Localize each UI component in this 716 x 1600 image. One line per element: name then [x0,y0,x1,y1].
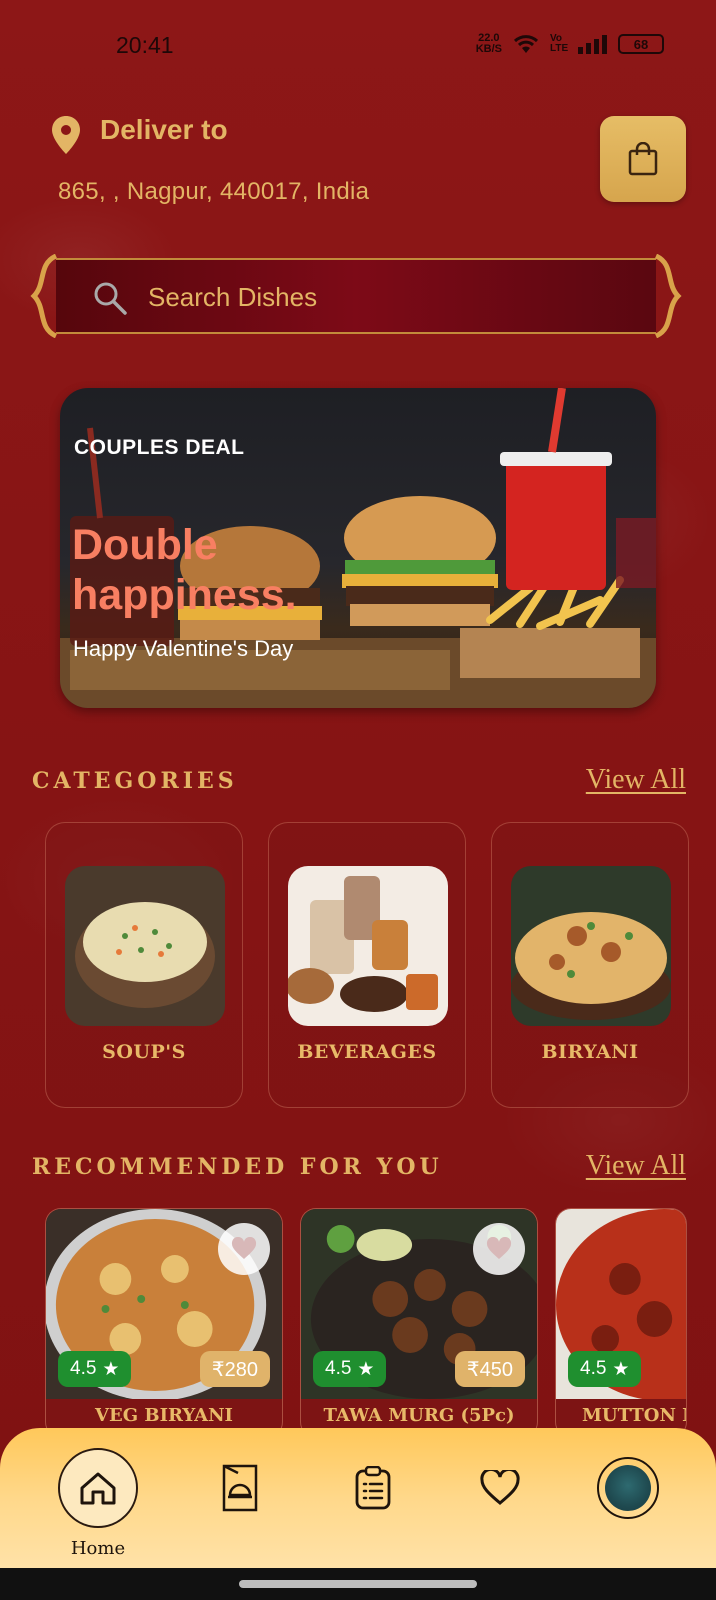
category-image-beverages [288,866,448,1026]
heart-icon [231,1237,257,1259]
status-icons: 22.0 KB/S Vo LTE 68 [476,33,664,55]
recommended-view-all-link[interactable]: View All [586,1150,686,1182]
nav-menu-button[interactable] [200,1448,280,1528]
nav-profile-button[interactable] [588,1448,668,1528]
dish-card-mutton[interactable]: 4.5 ★ MUTTON M [555,1208,687,1438]
rating-badge: 4.5 ★ [568,1351,642,1387]
categories-title: CATEGORIES [32,768,238,794]
banner-subtitle: Happy Valentine's Day [73,636,294,661]
volte-label: Vo LTE [550,33,569,54]
banner-headline: Double happiness. [72,521,297,619]
search-icon [94,282,127,315]
favorites-icon [480,1470,520,1505]
network-speed: 22.0 KB/S [475,32,502,55]
home-icon [80,1472,116,1505]
favorite-button[interactable] [218,1223,270,1275]
menu-card-icon [222,1464,258,1512]
price-badge: ₹450 [454,1351,525,1387]
status-time: 20:41 [116,32,174,58]
battery-indicator: 68 [618,34,664,54]
orders-icon [355,1466,391,1510]
category-card-biryani[interactable]: BIRYANI [491,822,689,1108]
home-gesture-handle[interactable] [239,1580,477,1588]
dish-name: VEG BIRYANI [95,1405,233,1426]
category-label: BEVERAGES [297,1041,437,1063]
category-card-soups[interactable]: SOUP'S [45,822,243,1108]
search-field[interactable]: Search Dishes [56,258,656,334]
star-icon: ★ [102,1358,120,1380]
category-label: SOUP'S [102,1041,186,1063]
signal-icon [578,35,607,54]
star-icon: ★ [357,1358,375,1380]
dish-name: MUTTON M [582,1405,686,1426]
favorite-button[interactable] [473,1223,525,1275]
wifi-icon [513,35,539,53]
rating-badge: 4.5 ★ [58,1351,132,1387]
recommended-title: RECOMMENDED FOR YOU [32,1154,443,1180]
delivery-address[interactable]: 865, , Nagpur, 440017, India [58,178,369,206]
banner-kicker: COUPLES DEAL [74,436,245,459]
category-card-beverages[interactable]: BEVERAGES [268,822,466,1108]
cart-button[interactable] [600,116,686,202]
dish-name: TAWA MURG (5Pc) [323,1405,515,1426]
nav-home-label: Home [70,1538,126,1559]
price-badge: ₹280 [199,1351,270,1387]
category-image-biryani [511,866,671,1026]
location-pin-icon [52,116,80,154]
bottom-navigation: Home [0,1428,716,1568]
shopping-bag-icon [628,142,658,176]
nav-favorites-button[interactable] [460,1448,540,1528]
star-icon: ★ [612,1358,630,1380]
heart-icon [486,1237,512,1259]
category-label: BIRYANI [541,1041,639,1063]
profile-avatar [597,1457,659,1519]
dish-card-tawa-murg[interactable]: 4.5 ★ ₹450 TAWA MURG (5Pc) [300,1208,538,1438]
nav-home-button[interactable] [58,1448,138,1528]
nav-orders-button[interactable] [333,1448,413,1528]
deliver-to-label[interactable]: Deliver to [100,114,228,146]
dish-card-veg-biryani[interactable]: 4.5 ★ ₹280 VEG BIRYANI [45,1208,283,1438]
category-image-soup [65,866,225,1026]
system-gesture-bar [0,1568,716,1600]
rating-badge: 4.5 ★ [313,1351,387,1387]
ornament-right-icon [654,254,682,338]
search-placeholder: Search Dishes [148,282,318,312]
search-bar[interactable]: Search Dishes [26,254,686,338]
categories-view-all-link[interactable]: View All [586,764,686,796]
promo-banner[interactable]: COUPLES DEAL Double happiness. Happy Val… [60,388,656,708]
